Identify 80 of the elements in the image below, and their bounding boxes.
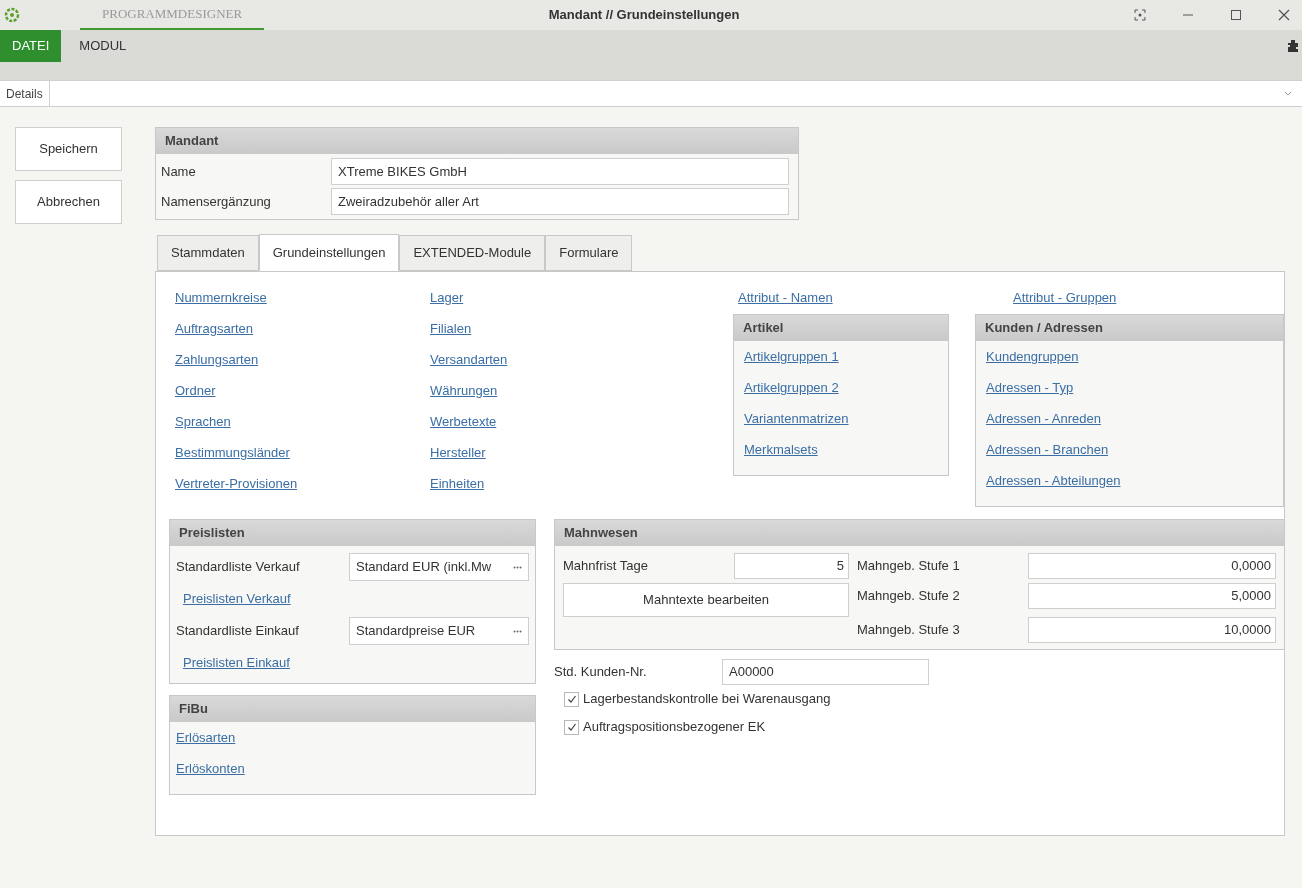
menu-tab[interactable]: MODUL	[67, 30, 139, 62]
link[interactable]: Versandarten	[430, 352, 508, 367]
panel-header: Mandant	[156, 128, 798, 154]
link[interactable]: Adressen - Abteilungen	[986, 473, 1121, 488]
link[interactable]: Auftragsarten	[175, 321, 254, 336]
input-field[interactable]: 0,0000	[1028, 552, 1276, 579]
field-label: Mahngeb. Stufe 1	[857, 556, 961, 575]
checkbox-label: Auftragspositionsbezogener EK	[583, 718, 766, 737]
field-label: Standardliste Verkauf	[176, 558, 301, 577]
panel-header: FiBu	[170, 696, 535, 722]
ellipsis-icon[interactable]	[513, 565, 522, 569]
tab[interactable]: EXTENDED-Module	[399, 235, 546, 271]
field-label: Mahngeb. Stufe 2	[857, 586, 961, 605]
link[interactable]: Adressen - Anreden	[986, 411, 1101, 426]
link[interactable]: Adressen - Typ	[986, 380, 1074, 395]
check-icon	[566, 694, 577, 704]
link[interactable]: Einheiten	[430, 476, 485, 491]
panel-header: Kunden / Adressen	[976, 315, 1283, 341]
link[interactable]: Zahlungsarten	[175, 352, 259, 367]
link[interactable]: Bestimmungsländer	[175, 445, 290, 460]
link[interactable]: Währungen	[430, 383, 498, 398]
action-button[interactable]: Abbrechen	[15, 180, 122, 224]
field-value: Standardpreise EUR	[356, 622, 477, 641]
panel-header: Mahnwesen	[555, 520, 1284, 546]
window-title: Mandant // Grundeinstellungen	[547, 6, 741, 25]
link[interactable]: Adressen - Branchen	[986, 442, 1109, 457]
checkbox[interactable]	[564, 719, 579, 735]
action-button[interactable]: Mahntexte bearbeiten	[563, 583, 849, 617]
link[interactable]: Attribut - Gruppen	[1013, 290, 1117, 305]
link[interactable]: Werbetexte	[430, 414, 497, 429]
tab[interactable]: Grundeinstellungen	[258, 234, 400, 271]
tab[interactable]: Stammdaten	[157, 235, 259, 271]
link[interactable]: Preislisten Verkauf	[183, 589, 291, 609]
action-button[interactable]: Speichern	[15, 127, 122, 171]
input-field[interactable]: Zweiradzubehör aller Art	[331, 188, 789, 215]
maximize-icon[interactable]	[1230, 9, 1242, 21]
menu-tab[interactable]: DATEI	[0, 30, 62, 62]
link[interactable]: Erlöskonten	[176, 761, 245, 776]
field-label: Name	[161, 162, 197, 181]
puzzle-icon[interactable]	[1286, 39, 1300, 53]
link[interactable]: Variantenmatrizen	[744, 411, 849, 426]
link[interactable]: Erlösarten	[176, 730, 236, 745]
link[interactable]: Vertreter-Provisionen	[175, 476, 298, 491]
input-field[interactable]: XTreme BIKES GmbH	[331, 158, 789, 185]
panel-header: Artikel	[734, 315, 948, 341]
ellipsis-icon[interactable]	[513, 629, 522, 633]
input-field[interactable]: 10,0000	[1028, 616, 1276, 643]
link[interactable]: Kundengruppen	[986, 349, 1079, 364]
field-label: Std. Kunden-Nr.	[554, 662, 648, 681]
field-label: Namensergänzung	[161, 192, 272, 211]
checkbox-label: Lagerbestandskontrolle bei Warenausgang	[583, 690, 831, 709]
chevron-down-icon[interactable]	[1284, 90, 1292, 97]
tab[interactable]: Formulare	[545, 235, 633, 271]
view-tab[interactable]: Details	[0, 80, 50, 107]
link[interactable]: Merkmalsets	[744, 442, 818, 457]
input-field[interactable]: A00000	[722, 658, 929, 685]
input-field[interactable]: 5	[734, 552, 849, 579]
panel-header: Preislisten	[170, 520, 535, 546]
checkbox[interactable]	[564, 691, 579, 707]
select-field[interactable]: Standard EUR (inkl.Mw	[349, 553, 529, 581]
link[interactable]: Preislisten Einkauf	[183, 653, 290, 673]
link[interactable]: Sprachen	[175, 414, 231, 429]
link[interactable]: Attribut - Namen	[738, 290, 833, 305]
field-label: Mahngeb. Stufe 3	[857, 620, 961, 639]
link[interactable]: Filialen	[430, 321, 472, 336]
select-field[interactable]: Standardpreise EUR	[349, 617, 529, 645]
field-value: Standard EUR (inkl.Mw	[356, 558, 493, 577]
screenshot-icon[interactable]	[1134, 9, 1146, 21]
check-icon	[566, 722, 577, 732]
link[interactable]: Lager	[430, 290, 464, 305]
link[interactable]: Ordner	[175, 383, 216, 398]
link[interactable]: Artikelgruppen 2	[744, 380, 839, 395]
gear-icon	[4, 7, 20, 23]
input-field[interactable]: 5,0000	[1028, 582, 1276, 609]
link[interactable]: Hersteller	[430, 445, 486, 460]
link[interactable]: Artikelgruppen 1	[744, 349, 839, 364]
close-icon[interactable]	[1278, 9, 1290, 21]
field-label: Mahnfrist Tage	[563, 556, 650, 575]
link[interactable]: Nummernkreise	[175, 290, 267, 305]
field-label: Standardliste Einkauf	[176, 622, 300, 641]
